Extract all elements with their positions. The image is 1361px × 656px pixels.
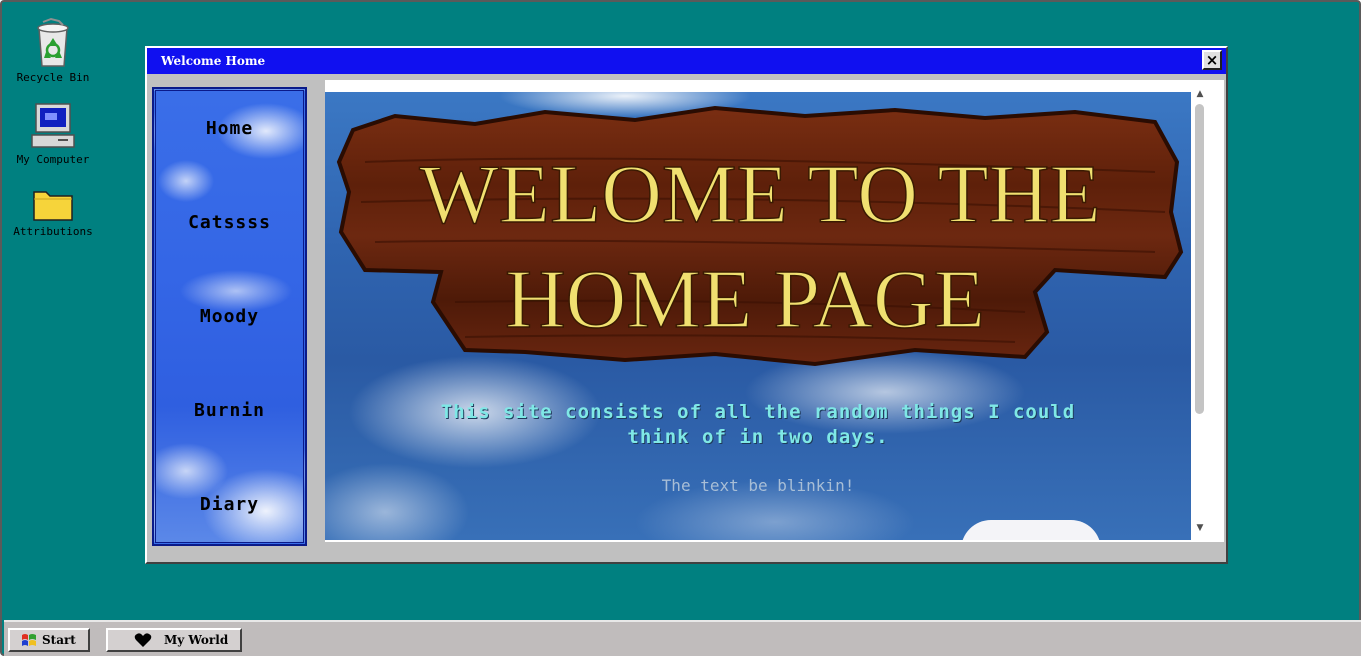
sidebar-item-catssss[interactable]: Catssss <box>156 212 303 233</box>
window-titlebar[interactable]: Welcome Home × <box>147 48 1226 74</box>
scroll-up-arrow-icon[interactable]: ▲ <box>1192 86 1208 102</box>
sidebar-item-burnin[interactable]: Burnin <box>156 400 303 421</box>
desktop-icon-recycle-bin[interactable]: Recycle Bin <box>10 16 96 84</box>
desktop-icon-label: Recycle Bin <box>16 71 90 84</box>
taskbar-item-label: My World <box>164 633 229 647</box>
blinking-text: The text be blinkin! <box>661 476 855 495</box>
close-button[interactable]: × <box>1202 50 1222 70</box>
start-button[interactable]: Start <box>8 628 90 652</box>
desktop-icon-my-computer[interactable]: My Computer <box>10 102 96 166</box>
banner-title-line2: HOME PAGE <box>505 253 985 346</box>
banner-title-line1: WELOME TO THE <box>419 148 1100 241</box>
close-icon: × <box>1205 51 1219 69</box>
wooden-sign-banner: WELOME TO THE HOME PAGE <box>336 105 1184 367</box>
scroll-down-arrow-icon[interactable]: ▼ <box>1192 520 1208 536</box>
desktop-icon-attributions[interactable]: Attributions <box>10 186 96 238</box>
tagline-line2: think of in two days. <box>627 426 889 448</box>
taskbar-item-my-world[interactable]: My World <box>106 628 242 652</box>
tagline: This site consists of all the random thi… <box>325 400 1191 450</box>
recycle-bin-icon <box>37 17 69 67</box>
sidebar-item-moody[interactable]: Moody <box>156 306 303 327</box>
window-title: Welcome Home <box>161 54 266 68</box>
home-content: WELOME TO THE HOME PAGE This site consis… <box>325 92 1191 540</box>
content-frame: WELOME TO THE HOME PAGE This site consis… <box>325 80 1224 542</box>
sidebar-item-diary[interactable]: Diary <box>156 494 303 515</box>
windows-logo-icon <box>22 634 36 646</box>
heart-icon <box>134 633 152 647</box>
taskbar: Start My World <box>4 620 1361 656</box>
sidebar-nav: Home Catssss Moody Burnin Diary <box>152 87 307 546</box>
desktop: Recycle Bin My Computer Attributions Wel… <box>0 0 1361 656</box>
desktop-icon-label: My Computer <box>16 153 90 166</box>
folder-icon <box>33 191 73 221</box>
computer-icon <box>31 103 75 148</box>
sidebar-item-home[interactable]: Home <box>156 118 303 139</box>
scroll-thumb[interactable] <box>1195 104 1204 414</box>
tagline-line1: This site consists of all the random thi… <box>440 401 1076 423</box>
cloud-decoration <box>961 520 1101 540</box>
content-scrollbar[interactable]: ▲ ▼ <box>1192 80 1208 542</box>
welcome-home-window: Welcome Home × Home Catssss Moody Burnin… <box>145 46 1228 564</box>
start-label: Start <box>42 633 76 647</box>
desktop-icon-label: Attributions <box>13 225 93 238</box>
